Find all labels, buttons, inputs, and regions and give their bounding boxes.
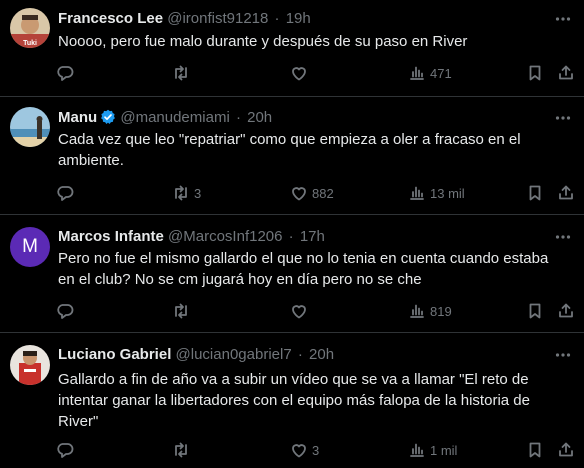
- tweet-text: Cada vez que leo "repatriar" como que em…: [58, 131, 521, 169]
- bookmark-icon: [529, 442, 541, 458]
- tweet-header: Marcos Infante @MarcosInf1206 · 17h: [58, 227, 325, 247]
- reply-icon: [57, 443, 74, 458]
- action-bar: 3 882 13 mil: [50, 180, 575, 206]
- like-count: 882: [312, 185, 334, 201]
- author-handle[interactable]: @lucian0gabriel7: [176, 346, 292, 363]
- retweet-count: 3: [194, 185, 202, 201]
- retweet-icon: [175, 65, 187, 81]
- separator-dot: ·: [274, 10, 280, 27]
- reply-button[interactable]: [56, 437, 78, 463]
- separator-dot: ·: [235, 109, 241, 126]
- author-name[interactable]: Francesco Lee: [58, 10, 163, 27]
- bookmark-button[interactable]: [526, 60, 544, 86]
- views-button[interactable]: 13 mil: [408, 180, 465, 206]
- more-options-icon[interactable]: [554, 346, 572, 364]
- avatar[interactable]: [10, 345, 50, 385]
- heart-icon: [292, 187, 306, 201]
- separator-dot: ·: [288, 228, 294, 245]
- views-button[interactable]: 471: [408, 60, 452, 86]
- tweet[interactable]: Luciano Gabriel @lucian0gabriel7 · 20h G…: [0, 333, 584, 468]
- retweet-icon: [175, 185, 187, 201]
- views-icon: [410, 66, 424, 80]
- like-button[interactable]: 3: [290, 437, 319, 463]
- action-bar: 3 1 mil: [50, 437, 575, 463]
- retweet-icon: [175, 442, 187, 458]
- tweet-text: Noooo, pero fue malo durante y después d…: [58, 33, 468, 50]
- author-handle[interactable]: @ironfist91218: [167, 10, 268, 27]
- avatar-letter: M: [22, 236, 38, 257]
- timestamp[interactable]: 20h: [309, 346, 334, 363]
- views-icon: [410, 186, 424, 200]
- author-handle[interactable]: @manudemiami: [120, 109, 229, 126]
- action-bar: 471: [50, 60, 575, 86]
- share-button[interactable]: [557, 298, 575, 324]
- heart-icon: [292, 67, 306, 81]
- like-count: 3: [312, 442, 320, 458]
- bookmark-icon: [529, 185, 541, 201]
- views-icon: [410, 304, 424, 318]
- retweet-button[interactable]: [172, 437, 194, 463]
- reply-icon: [57, 304, 74, 319]
- bookmark-icon: [529, 65, 541, 81]
- like-button[interactable]: [290, 60, 312, 86]
- share-icon: [559, 442, 573, 457]
- separator-dot: ·: [297, 346, 303, 363]
- reply-button[interactable]: [56, 298, 78, 324]
- share-button[interactable]: [557, 437, 575, 463]
- tweet[interactable]: M Marcos Infante @MarcosInf1206 · 17h Pe…: [0, 215, 584, 333]
- tweet[interactable]: Manu @manudemiami · 20h Cada vez que leo…: [0, 97, 584, 215]
- tweet-header: Luciano Gabriel @lucian0gabriel7 · 20h: [58, 345, 334, 365]
- avatar[interactable]: [10, 107, 50, 147]
- share-icon: [559, 185, 573, 200]
- heart-icon: [292, 305, 306, 319]
- action-bar: 819: [50, 298, 575, 324]
- share-button[interactable]: [557, 180, 575, 206]
- views-button[interactable]: 819: [408, 298, 452, 324]
- reply-button[interactable]: [56, 60, 78, 86]
- tweet-header: Francesco Lee @ironfist91218 · 19h: [58, 9, 311, 29]
- retweet-icon: [175, 303, 187, 319]
- avatar[interactable]: Tuki: [10, 8, 50, 48]
- author-name[interactable]: Marcos Infante: [58, 228, 164, 245]
- bookmark-icon: [529, 303, 541, 319]
- reply-icon: [57, 186, 74, 201]
- like-button[interactable]: [290, 298, 312, 324]
- author-handle[interactable]: @MarcosInf1206: [168, 228, 282, 245]
- views-count: 819: [430, 303, 452, 319]
- timestamp[interactable]: 17h: [300, 228, 325, 245]
- bookmark-button[interactable]: [526, 437, 544, 463]
- like-button[interactable]: 882: [290, 180, 334, 206]
- author-name[interactable]: Manu: [58, 109, 97, 126]
- author-name[interactable]: Luciano Gabriel: [58, 346, 171, 363]
- more-options-icon[interactable]: [554, 228, 572, 246]
- views-count: 1 mil: [430, 442, 458, 458]
- svg-text:Tuki: Tuki: [23, 40, 37, 47]
- retweet-button[interactable]: [172, 60, 194, 86]
- share-icon: [559, 65, 573, 80]
- views-icon: [410, 443, 424, 457]
- timestamp[interactable]: 19h: [286, 10, 311, 27]
- retweet-button[interactable]: [172, 298, 194, 324]
- more-options-icon[interactable]: [554, 10, 572, 28]
- share-icon: [559, 303, 573, 318]
- share-button[interactable]: [557, 60, 575, 86]
- bookmark-button[interactable]: [526, 180, 544, 206]
- tweet-feed: Tuki Francesco Lee @ironfist91218 · 19h …: [0, 0, 584, 468]
- avatar[interactable]: M: [10, 227, 50, 267]
- retweet-button[interactable]: 3: [172, 180, 201, 206]
- more-options-icon[interactable]: [554, 109, 572, 127]
- verified-badge-icon[interactable]: [100, 109, 116, 125]
- tweet[interactable]: Tuki Francesco Lee @ironfist91218 · 19h …: [0, 0, 584, 97]
- reply-button[interactable]: [56, 180, 78, 206]
- views-count: 13 mil: [430, 185, 465, 201]
- timestamp[interactable]: 20h: [247, 109, 272, 126]
- tweet-text: Pero no fue el mismo gallardo el que no …: [58, 250, 549, 288]
- tweet-header: Manu @manudemiami · 20h: [58, 108, 272, 128]
- tweet-text: Gallardo a fin de año va a subir un víde…: [58, 371, 530, 430]
- bookmark-button[interactable]: [526, 298, 544, 324]
- reply-icon: [57, 66, 74, 81]
- heart-icon: [292, 444, 306, 458]
- views-button[interactable]: 1 mil: [408, 437, 457, 463]
- views-count: 471: [430, 65, 452, 81]
